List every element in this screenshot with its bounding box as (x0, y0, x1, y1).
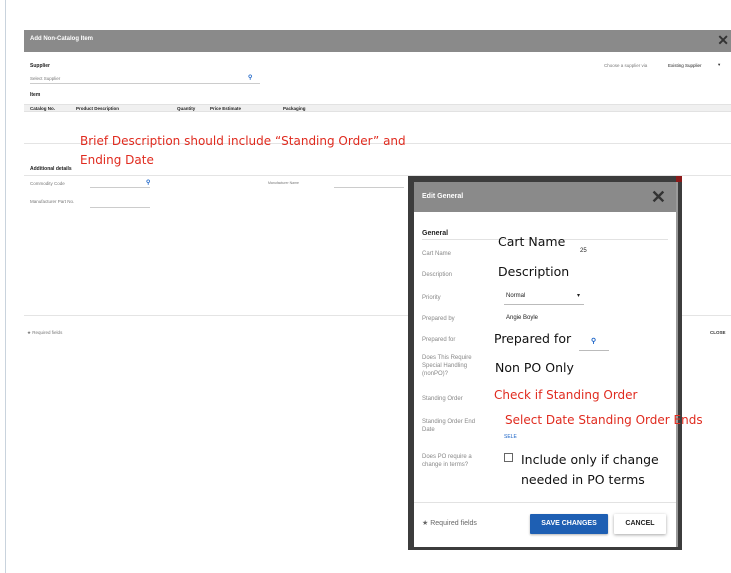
commodity-code-label: Commodity Code (30, 181, 65, 186)
prepared-by-label: Prepared by (422, 316, 455, 322)
prepared-for-underline (579, 350, 609, 351)
prepared-by-value: Angie Boyle (506, 315, 539, 321)
required-fields-text: Required fields (32, 330, 63, 335)
dialog-header: Add Non-Catalog Item ✕ (24, 30, 731, 52)
manufacturer-name-label: Manufacturer Name (268, 181, 299, 185)
annotation-prepared-for: Prepared for (494, 331, 572, 346)
th-quantity: Quantity (177, 106, 196, 111)
th-product-description: Product Description (76, 106, 120, 111)
standing-order-label: Standing Order (422, 396, 463, 402)
annotation-check-standing-order: Check if Standing Order (494, 388, 638, 402)
supplier-via-label: Choose a supplier via (604, 63, 648, 68)
close-icon[interactable]: ✕ (651, 187, 666, 208)
required-fields-note: ★ Required fields (27, 330, 63, 335)
annotation-cart-name: Cart Name (498, 234, 566, 249)
manufacturer-part-input[interactable] (90, 198, 150, 208)
chevron-down-icon: ▾ (718, 62, 721, 67)
priority-label: Priority (422, 295, 441, 301)
search-icon[interactable]: ⚲ (248, 74, 252, 81)
th-packaging: Packaging (283, 106, 306, 111)
commodity-code-input[interactable] (90, 178, 150, 188)
description-label: Description (422, 272, 453, 278)
close-button[interactable]: CLOSE (710, 330, 726, 335)
supplier-via-select[interactable]: Existing Supplier (668, 63, 702, 68)
cancel-button[interactable]: CANCEL (614, 514, 666, 534)
close-icon[interactable]: ✕ (717, 32, 729, 49)
dialog-title: Edit General (422, 193, 464, 200)
annotation-select-date: Select Date Standing Order Ends (505, 413, 703, 427)
dialog-title: Add Non-Catalog Item (30, 36, 93, 42)
required-fields-note: ★ Required fields (422, 520, 477, 527)
cart-name-label: Cart Name (422, 251, 452, 257)
po-change-terms-checkbox[interactable] (504, 453, 513, 462)
annotation-non-po-only: Non PO Only (495, 360, 574, 375)
supplier-label: Supplier (30, 63, 51, 69)
supplier-input[interactable]: Select Supplier (30, 74, 260, 84)
manufacturer-part-label: Manufacturer Part No. (30, 199, 75, 204)
dialog-right-edge (676, 182, 678, 547)
prepared-for-label: Prepared for (422, 337, 456, 343)
search-icon[interactable]: ⚲ (146, 179, 150, 186)
supplier-placeholder: Select Supplier (30, 76, 61, 81)
annotation-line: Brief Description should include “Standi… (80, 134, 406, 148)
item-table-header: Catalog No. Product Description Quantity… (24, 104, 731, 112)
section-title: General (422, 230, 449, 237)
cart-name-value[interactable]: 25 (580, 248, 587, 254)
annotation-description: Description (498, 264, 570, 279)
th-catalog-no: Catalog No. (30, 106, 56, 111)
annotation-brief-description: Brief Description should include “Standi… (80, 132, 406, 170)
po-change-terms-label: Does PO require a change in terms? (422, 454, 472, 468)
select-date-link[interactable]: SELE (504, 434, 517, 440)
special-handling-label: Does This Require Special Handling (nonP… (422, 355, 472, 377)
required-fields-text: Required fields (430, 520, 477, 527)
manufacturer-name-input[interactable] (334, 178, 404, 188)
annotation-line: needed in PO terms (521, 472, 645, 487)
annotation-line: Ending Date (80, 153, 154, 167)
item-label: Item (30, 92, 41, 98)
annotation-line: Include only if change (521, 452, 659, 467)
save-changes-button[interactable]: SAVE CHANGES (530, 514, 608, 534)
dialog-header: Edit General ✕ (414, 182, 676, 212)
chevron-down-icon: ▾ (577, 293, 581, 299)
footer-divider (414, 502, 676, 503)
search-icon[interactable]: ⚲ (591, 337, 596, 345)
additional-details-label: Additional details (30, 166, 72, 172)
priority-select[interactable]: Normal (506, 293, 525, 299)
priority-underline (504, 304, 584, 305)
annotation-include-only: Include only if change needed in PO term… (521, 450, 659, 490)
th-price-estimate: Price Estimate (210, 106, 242, 111)
page-edge-rule (5, 0, 6, 573)
standing-order-end-date-label: Standing Order End Date (422, 419, 476, 433)
